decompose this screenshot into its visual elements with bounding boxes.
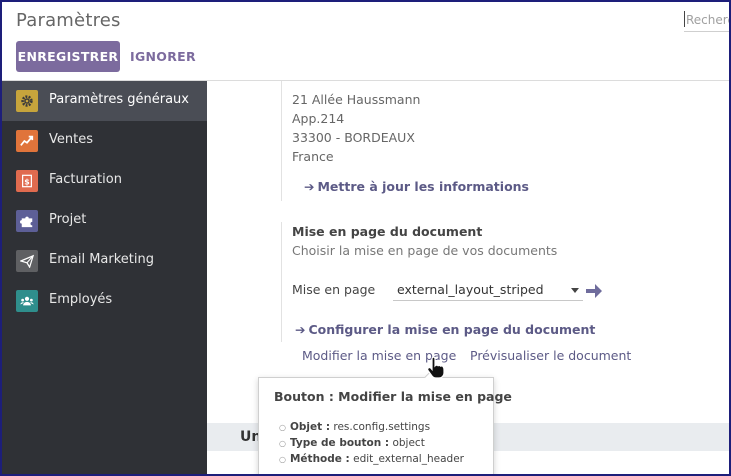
bullet-icon: ○ — [279, 455, 286, 464]
save-button[interactable]: ENREGISTRER — [16, 41, 120, 72]
tooltip-row: ○ Objet : res.config.settings — [279, 421, 431, 433]
tooltip-title: Bouton : Modifier la mise en page — [274, 389, 512, 404]
update-info-link[interactable]: ➔ Mettre à jour les informations — [304, 179, 529, 194]
sidebar-item-label: Ventes — [49, 132, 93, 147]
bullet-icon: ○ — [279, 439, 286, 448]
sidebar-item-label: Facturation — [49, 172, 122, 187]
tooltip-row: ○ Type de bouton : object — [279, 437, 425, 449]
sidebar-item-project[interactable]: Projet — [0, 201, 207, 241]
arrow-right-icon: ➔ — [295, 322, 306, 337]
sidebar-item-invoicing[interactable]: $ Facturation — [0, 161, 207, 201]
layout-select-value: external_layout_striped — [397, 282, 544, 297]
dollar-icon: $ — [16, 170, 38, 192]
settings-sidebar: Paramètres généraux Ventes $ Facturation… — [0, 81, 207, 476]
sidebar-item-label: Email Marketing — [49, 252, 154, 267]
caret-down-icon — [571, 288, 579, 293]
svg-text:$: $ — [24, 178, 29, 187]
layout-field-label: Mise en page — [292, 282, 376, 297]
layout-section-description: Choisir la mise en page de vos documents — [292, 243, 558, 258]
sidebar-item-label: Paramètres généraux — [49, 92, 189, 107]
control-panel: Paramètres ENREGISTRER IGNORER — [0, 0, 731, 81]
bullet-icon: ○ — [279, 423, 286, 432]
preview-document-button[interactable]: Prévisualiser le document — [470, 348, 631, 363]
page-title: Paramètres — [16, 10, 121, 31]
chart-line-icon — [16, 130, 38, 152]
paper-plane-icon — [16, 250, 38, 272]
address-line: App.214 — [292, 111, 345, 126]
tooltip-row: ○ Méthode : edit_external_header — [279, 453, 464, 465]
sidebar-item-label: Employés — [49, 292, 113, 307]
sidebar-item-general-settings[interactable]: Paramètres généraux — [0, 81, 207, 121]
layout-select[interactable]: external_layout_striped — [393, 279, 583, 301]
search-input[interactable] — [684, 8, 731, 32]
sidebar-item-label: Projet — [49, 212, 87, 227]
arrow-right-icon: ➔ — [304, 179, 315, 194]
puzzle-icon — [16, 210, 38, 232]
section-divider — [281, 81, 282, 201]
address-line: France — [292, 149, 334, 164]
section-divider — [281, 222, 282, 342]
gear-icon — [16, 90, 38, 112]
discard-button[interactable]: IGNORER — [130, 41, 196, 72]
hand-cursor-icon — [427, 356, 445, 379]
sidebar-item-email-marketing[interactable]: Email Marketing — [0, 241, 207, 281]
sidebar-item-sales[interactable]: Ventes — [0, 121, 207, 161]
external-link-arrow-icon[interactable] — [584, 281, 604, 301]
sidebar-item-employees[interactable]: Employés — [0, 281, 207, 321]
button-tooltip: Bouton : Modifier la mise en page ○ Objet… — [258, 368, 512, 476]
address-line: 33300 - BORDEAUX — [292, 130, 415, 145]
configure-layout-link[interactable]: ➔ Configurer la mise en page du document — [295, 322, 595, 337]
users-icon — [16, 290, 38, 312]
address-line: 21 Allée Haussmann — [292, 92, 421, 107]
text-cursor — [684, 11, 685, 27]
layout-section-title: Mise en page du document — [292, 224, 483, 239]
